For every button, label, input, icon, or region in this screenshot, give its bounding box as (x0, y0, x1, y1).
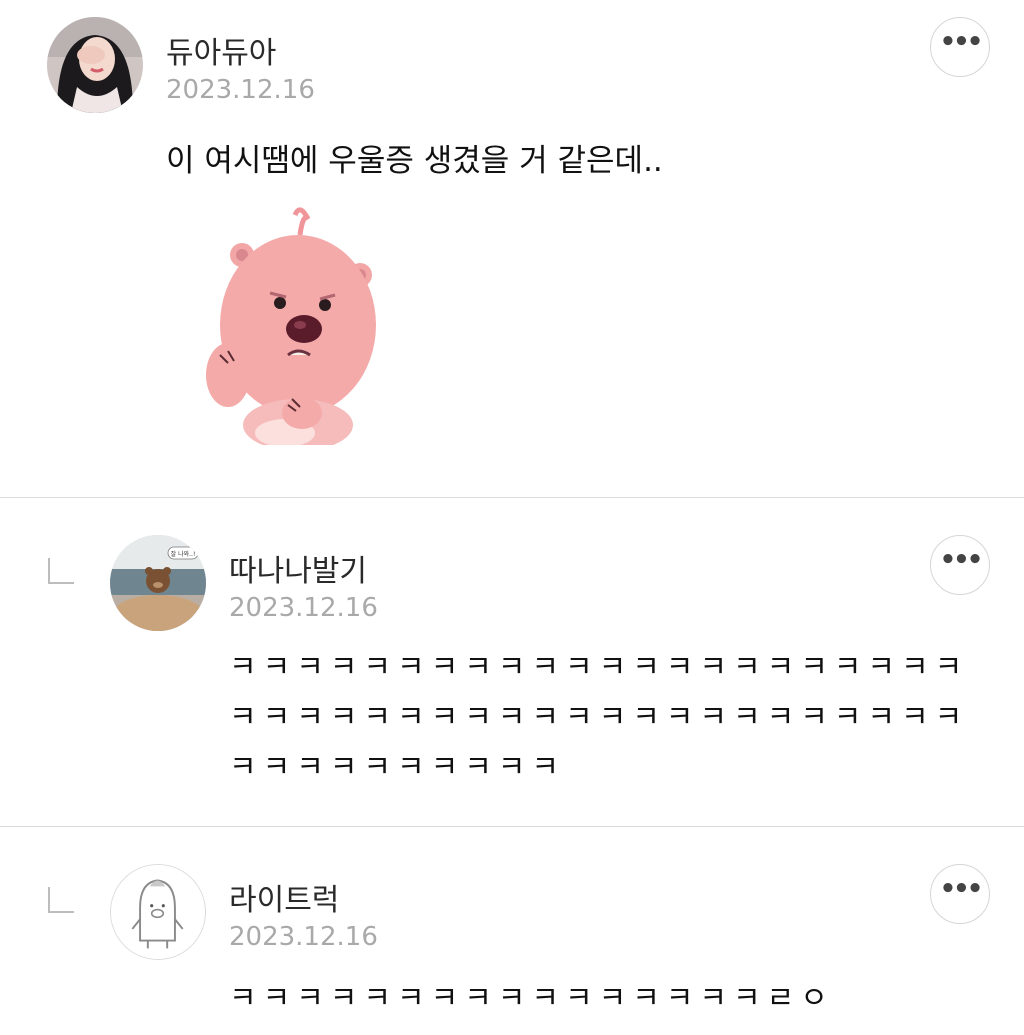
reply-comment: 잘 나와..! 따나나발기 2023.12.16 ••• ㅋㅋㅋㅋㅋㅋㅋㅋㅋㅋㅋ… (0, 498, 1024, 826)
avatar[interactable]: 잘 나와..! (110, 535, 206, 631)
avatar-caption: 잘 나와..! (171, 550, 196, 558)
author-name[interactable]: 라이트럭 (229, 875, 339, 919)
reply-indicator-icon (48, 887, 74, 913)
more-options-button[interactable]: ••• (930, 864, 990, 924)
comment-text: ㅋㅋㅋㅋㅋㅋㅋㅋㅋㅋㅋㅋㅋㅋㅋㅋㅋㅋㅋㅋㅋㅋㅋㅋㅋㅋㅋㅋㅋㅋㅋㅋㅋㅋㅋㅋㅋㅋㅋㅋ… (229, 650, 969, 785)
author-name[interactable]: 듀아듀아 (166, 28, 276, 72)
reply-comment: 라이트럭 2023.12.16 ••• ㅋㅋㅋㅋㅋㅋㅋㅋㅋㅋㅋㅋㅋㅋㅋㅋㄹㅇ (0, 827, 1024, 1035)
loopy-beaver-sticker (200, 205, 380, 451)
comment: 듀아듀아 2023.12.16 ••• 이 여시땜에 우울증 생겼을 거 같은데… (0, 0, 1024, 497)
more-options-button[interactable]: ••• (930, 17, 990, 77)
more-icon: ••• (939, 27, 984, 57)
comment-date: 2023.12.16 (229, 922, 378, 952)
comment-date: 2023.12.16 (229, 593, 378, 623)
comment-text: ㅋㅋㅋㅋㅋㅋㅋㅋㅋㅋㅋㅋㅋㅋㅋㅋㄹㅇ (229, 981, 834, 1016)
comment-date: 2023.12.16 (166, 75, 315, 105)
avatar[interactable] (47, 17, 143, 113)
comment-text: 이 여시땜에 우울증 생겼을 거 같은데.. (166, 143, 663, 179)
more-icon: ••• (939, 874, 984, 904)
more-options-button[interactable]: ••• (930, 535, 990, 595)
avatar[interactable] (110, 864, 206, 960)
reply-indicator-icon (48, 558, 74, 584)
author-name[interactable]: 따나나발기 (229, 546, 367, 590)
more-icon: ••• (939, 545, 984, 575)
